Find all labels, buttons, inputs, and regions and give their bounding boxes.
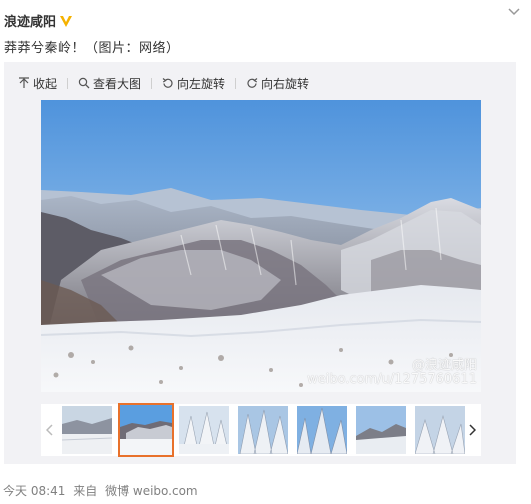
toolbar-divider (235, 77, 237, 89)
chevron-down-icon[interactable] (507, 5, 521, 19)
rotate-left-button[interactable]: 向左旋转 (162, 75, 225, 92)
collapse-label: 收起 (33, 76, 58, 91)
thumbnail-active[interactable] (118, 403, 174, 457)
main-photo[interactable]: @浪迹咸阳 weibo.com/u/1275760611 (41, 100, 481, 392)
watermark-url: weibo.com/u/1275760611 (307, 372, 477, 387)
thumbnail[interactable] (356, 406, 406, 454)
thumbnail[interactable] (297, 406, 347, 454)
post-text: 莽莽兮秦岭！（图片：网络） (4, 41, 180, 56)
rotate-left-label: 向左旋转 (177, 76, 226, 91)
post-footer: 今天 08:41 来自 微博 weibo.com (3, 482, 202, 499)
post-source[interactable]: 微博 weibo.com (105, 484, 198, 498)
view-large-button[interactable]: 查看大图 (78, 75, 141, 92)
thumbnail[interactable] (62, 406, 112, 454)
thumbnail[interactable] (238, 406, 288, 454)
collapse-icon (19, 77, 29, 88)
chevron-right-icon (469, 424, 476, 436)
source-prefix: 来自 (73, 484, 98, 498)
media-viewer: 收起 查看大图 向左旋转 向右旋转 @浪迹咸阳 weibo.com/u/1275… (4, 62, 516, 464)
thumbnail-strip (41, 403, 481, 457)
thumbnail[interactable] (415, 406, 465, 454)
rotate-left-icon (162, 78, 173, 88)
search-icon (78, 77, 90, 89)
thumbnail[interactable] (179, 406, 229, 454)
rotate-right-button[interactable]: 向右旋转 (246, 75, 309, 92)
snowy-mountain-photo (41, 100, 481, 392)
media-toolbar: 收起 查看大图 向左旋转 向右旋转 (18, 74, 309, 92)
watermark-handle: @浪迹咸阳 (411, 358, 477, 373)
prev-thumbnail-button[interactable] (41, 404, 59, 456)
toolbar-divider (151, 77, 153, 89)
author-name[interactable]: 浪迹咸阳 (4, 11, 56, 30)
post-time[interactable]: 今天 08:41 (3, 484, 65, 498)
chevron-left-icon (46, 424, 53, 436)
collapse-button[interactable]: 收起 (18, 75, 57, 92)
view-large-label: 查看大图 (93, 76, 142, 91)
rotate-right-label: 向右旋转 (261, 76, 310, 91)
photo-watermark: @浪迹咸阳 weibo.com/u/1275760611 (307, 359, 477, 387)
verified-v-icon (60, 15, 73, 27)
post-author[interactable]: 浪迹咸阳 (4, 11, 73, 30)
rotate-right-icon (247, 78, 258, 88)
next-thumbnail-button[interactable] (463, 404, 481, 456)
toolbar-divider (67, 77, 69, 89)
